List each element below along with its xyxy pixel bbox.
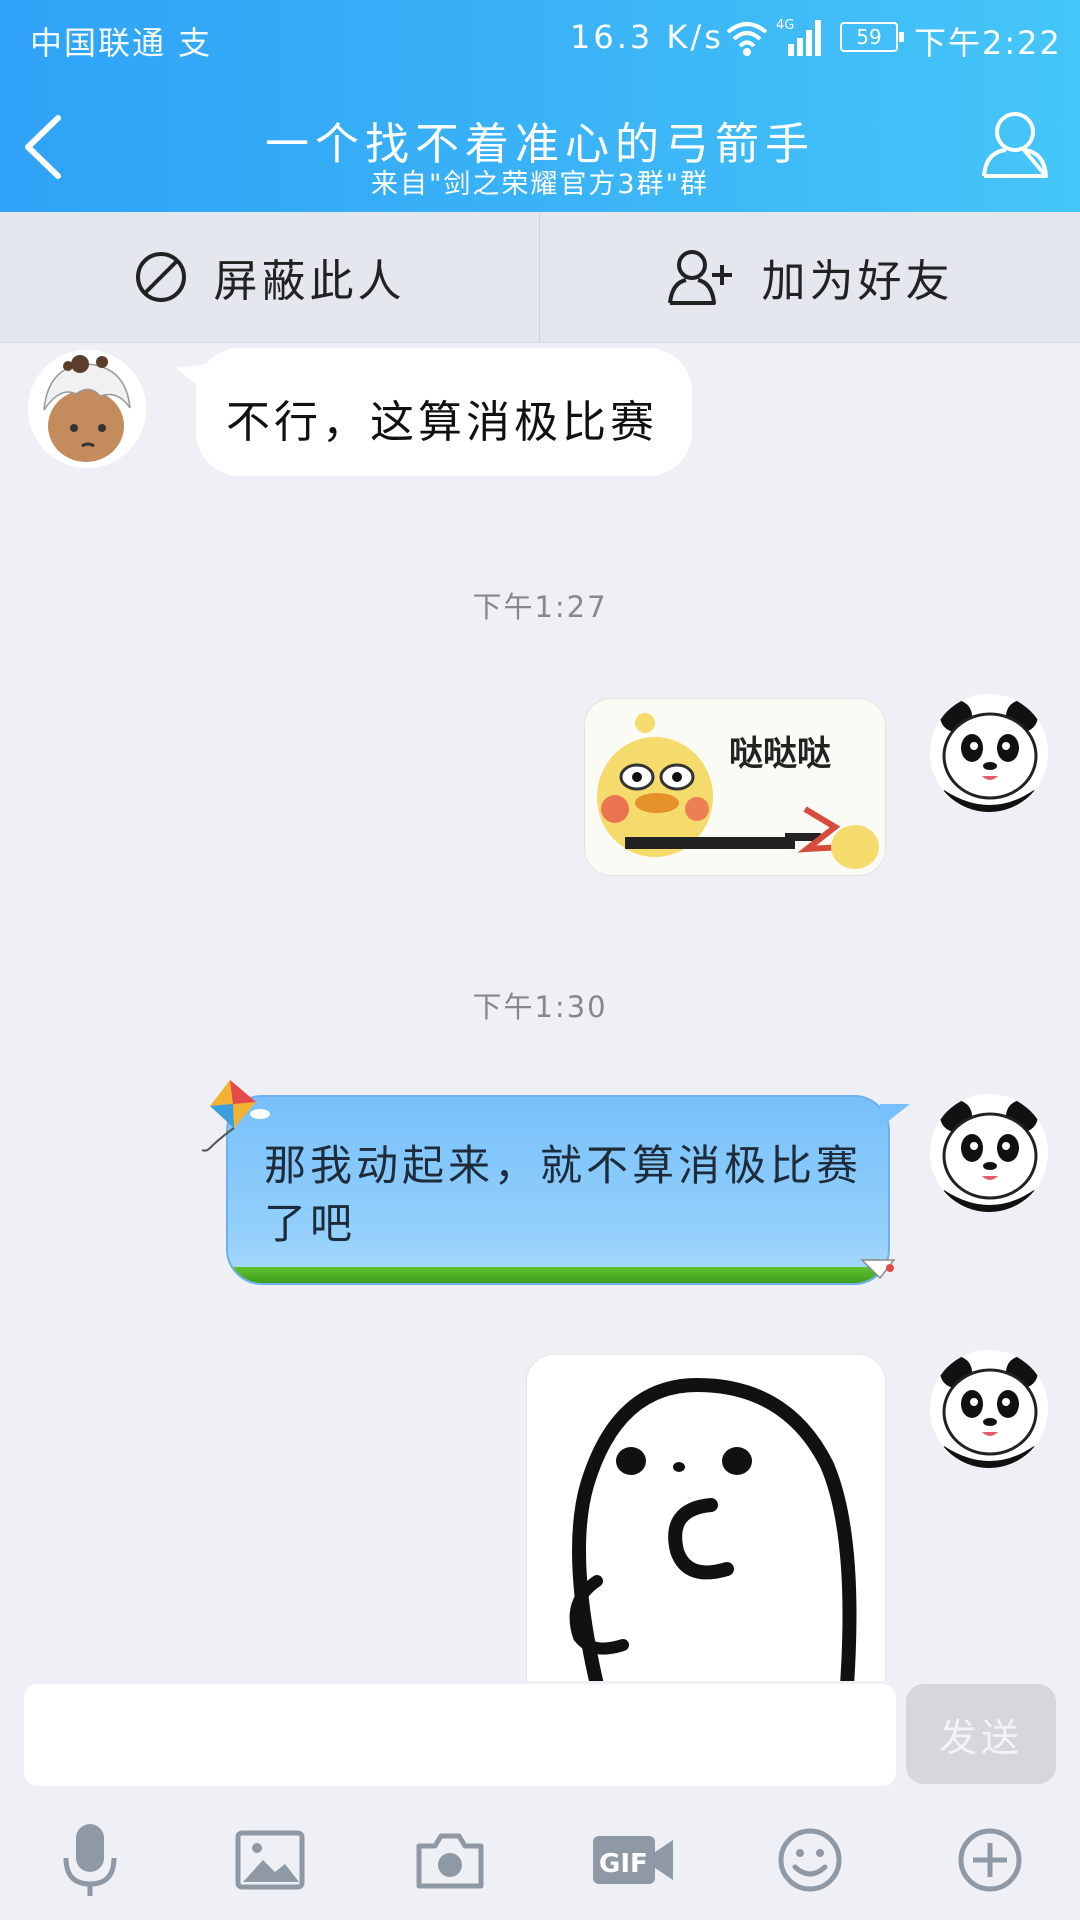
boy-avatar-icon — [28, 350, 146, 468]
bottom-toolbar: GIF — [0, 1800, 1080, 1920]
image-icon — [235, 1830, 305, 1890]
timestamp: 下午1:27 — [472, 590, 608, 624]
sticker-message[interactable]: 哒哒哒 — [584, 698, 886, 876]
my-avatar[interactable] — [930, 1094, 1048, 1212]
bubble-tail — [880, 1104, 910, 1128]
add-friend-button[interactable]: 加为好友 — [540, 212, 1079, 342]
thinking-blob-sticker — [527, 1355, 885, 1681]
header: 中国联通 支 16.3 K/s 4G 59 下午2:22 一个找不着准心的弓箭手… — [0, 0, 1080, 212]
camera-button[interactable] — [410, 1820, 490, 1900]
emoji-button[interactable] — [770, 1820, 850, 1900]
message-bubble[interactable]: 不行，这算消极比赛 — [176, 348, 692, 476]
camera-icon — [416, 1833, 484, 1889]
message-text: 不行，这算消极比赛 — [226, 397, 658, 448]
gif-button[interactable]: GIF — [588, 1820, 678, 1900]
emoji-icon — [778, 1828, 842, 1892]
voice-button[interactable] — [50, 1820, 130, 1900]
sticker-message[interactable] — [526, 1354, 886, 1681]
sticker-caption: 哒哒哒 — [729, 734, 831, 774]
microphone-icon — [63, 1824, 117, 1896]
action-bar: 屏蔽此人 加为好友 — [0, 212, 1080, 343]
network-type: 4G — [776, 18, 794, 33]
timestamp: 下午1:30 — [472, 990, 608, 1024]
input-bar: 发送 — [0, 1680, 1080, 1790]
kite-icon — [201, 1080, 270, 1152]
my-avatar[interactable] — [930, 1350, 1048, 1468]
battery-level: 59 — [856, 25, 882, 49]
profile-icon[interactable] — [980, 108, 1050, 180]
network-speed: 16.3 K/s — [570, 18, 724, 56]
status-time: 下午2:22 — [914, 24, 1062, 62]
panda-avatar-icon — [930, 1094, 1048, 1212]
add-friend-icon — [667, 250, 732, 305]
themed-message-bubble[interactable]: 那我动起来，就不算消极比赛了吧 — [226, 1095, 890, 1285]
panda-avatar-icon — [930, 1350, 1048, 1468]
add-friend-label: 加为好友 — [761, 256, 954, 307]
duck-shooting-sticker: 哒哒哒 — [585, 699, 885, 875]
wifi-icon — [726, 22, 768, 56]
svg-text:GIF: GIF — [599, 1849, 648, 1879]
message-input[interactable] — [24, 1684, 896, 1786]
block-user-label: 屏蔽此人 — [213, 256, 406, 307]
block-icon — [135, 252, 186, 302]
bubble-tail — [176, 364, 206, 392]
send-button[interactable]: 发送 — [906, 1684, 1056, 1784]
message-text: 那我动起来，就不算消极比赛了吧 — [264, 1141, 863, 1248]
battery-icon: 59 — [840, 22, 904, 52]
sender-avatar[interactable] — [28, 350, 146, 468]
carrier-label: 中国联通 支 — [30, 24, 213, 62]
gif-icon: GIF — [593, 1836, 673, 1884]
more-button[interactable] — [950, 1820, 1030, 1900]
status-bar: 中国联通 支 16.3 K/s 4G 59 下午2:22 — [0, 14, 1080, 64]
block-user-button[interactable]: 屏蔽此人 — [0, 212, 540, 342]
image-button[interactable] — [230, 1820, 310, 1900]
my-avatar[interactable] — [930, 694, 1048, 812]
plus-icon — [958, 1828, 1022, 1892]
bubble-tail-decoration — [860, 1259, 896, 1280]
panda-avatar-icon — [930, 694, 1048, 812]
page-subtitle: 来自"剑之荣耀官方3群"群 — [370, 169, 709, 200]
signal-icon: 4G — [776, 18, 821, 56]
bubble-grass-decoration — [228, 1267, 888, 1283]
